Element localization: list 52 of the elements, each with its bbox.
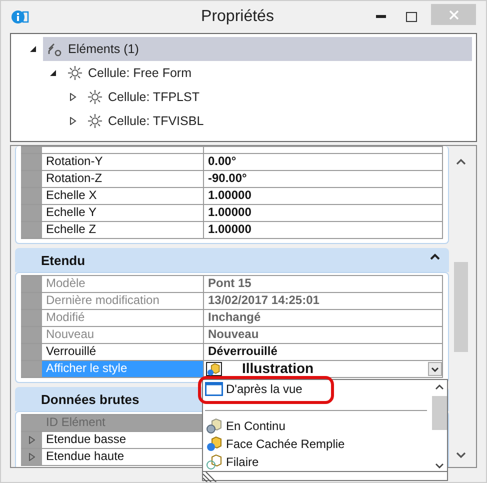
info-icon — [11, 10, 29, 24]
property-value[interactable]: 0.00° — [204, 154, 442, 170]
tree-item[interactable]: Cellule: TFVISBL — [83, 109, 204, 133]
dropdown-option[interactable]: En Continu — [203, 417, 431, 435]
sun-icon — [87, 89, 103, 105]
tree-item[interactable]: Cellule: Free Form — [63, 61, 192, 85]
collapse-icon[interactable] — [29, 45, 37, 53]
property-label[interactable]: Rotation-Z — [42, 171, 204, 187]
tree-item[interactable]: Cellule: TFPLST — [83, 85, 200, 109]
property-value[interactable]: 1.00000 — [204, 205, 442, 221]
sun-icon — [67, 65, 83, 81]
dropdown-option[interactable]: Filaire — [203, 453, 431, 471]
combo-value[interactable]: Illustration — [242, 361, 428, 375]
window-icon — [205, 382, 223, 396]
shaded-cube-icon — [205, 418, 223, 434]
section-title: Données brutes — [41, 392, 140, 406]
collapse-caret-icon[interactable] — [430, 253, 440, 260]
chevron-down-icon — [431, 366, 439, 372]
shaded-cube-icon — [205, 436, 223, 452]
scroll-down-icon[interactable] — [434, 463, 444, 469]
wireframe-cube-icon — [205, 454, 223, 470]
collapse-icon[interactable] — [49, 69, 57, 77]
scroll-down-icon[interactable] — [456, 452, 466, 459]
property-value[interactable]: -90.00° — [204, 171, 442, 187]
property-value[interactable]: 1.00000 — [204, 222, 442, 238]
scroll-up-icon[interactable] — [434, 384, 444, 390]
section-header[interactable]: Etendu — [15, 248, 449, 272]
property-label[interactable]: Echelle Y — [42, 205, 204, 221]
window-title: Propriétés — [200, 8, 275, 26]
expand-icon[interactable] — [69, 93, 77, 101]
dropdown-option[interactable]: D'après la vue — [203, 380, 431, 398]
property-label[interactable]: Echelle Z — [42, 222, 204, 238]
resize-grip-icon[interactable] — [203, 472, 219, 482]
scrollbar-thumb[interactable] — [454, 262, 468, 352]
dropdown-option[interactable]: Face Cachée Remplie — [203, 435, 431, 453]
property-value[interactable]: Déverrouillé — [204, 344, 442, 360]
elements-icon — [47, 41, 63, 57]
tree-item[interactable]: Eléments (1) — [43, 37, 472, 61]
scroll-up-icon[interactable] — [456, 158, 466, 165]
scrollbar-thumb[interactable] — [432, 396, 446, 430]
property-value[interactable]: 1.00000 — [204, 188, 442, 204]
shaded-cube-icon — [206, 362, 222, 376]
expand-icon[interactable] — [69, 117, 77, 125]
maximize-icon[interactable] — [406, 12, 417, 22]
minimize-icon[interactable] — [376, 15, 386, 19]
property-label[interactable]: Verrouillé — [42, 344, 204, 360]
dropdown-button[interactable] — [428, 362, 442, 376]
section-title: Etendu — [41, 252, 86, 268]
property-label[interactable]: Echelle X — [42, 188, 204, 204]
property-label[interactable]: Rotation-Y — [42, 154, 204, 170]
close-icon — [448, 10, 458, 20]
sun-icon — [87, 113, 103, 129]
